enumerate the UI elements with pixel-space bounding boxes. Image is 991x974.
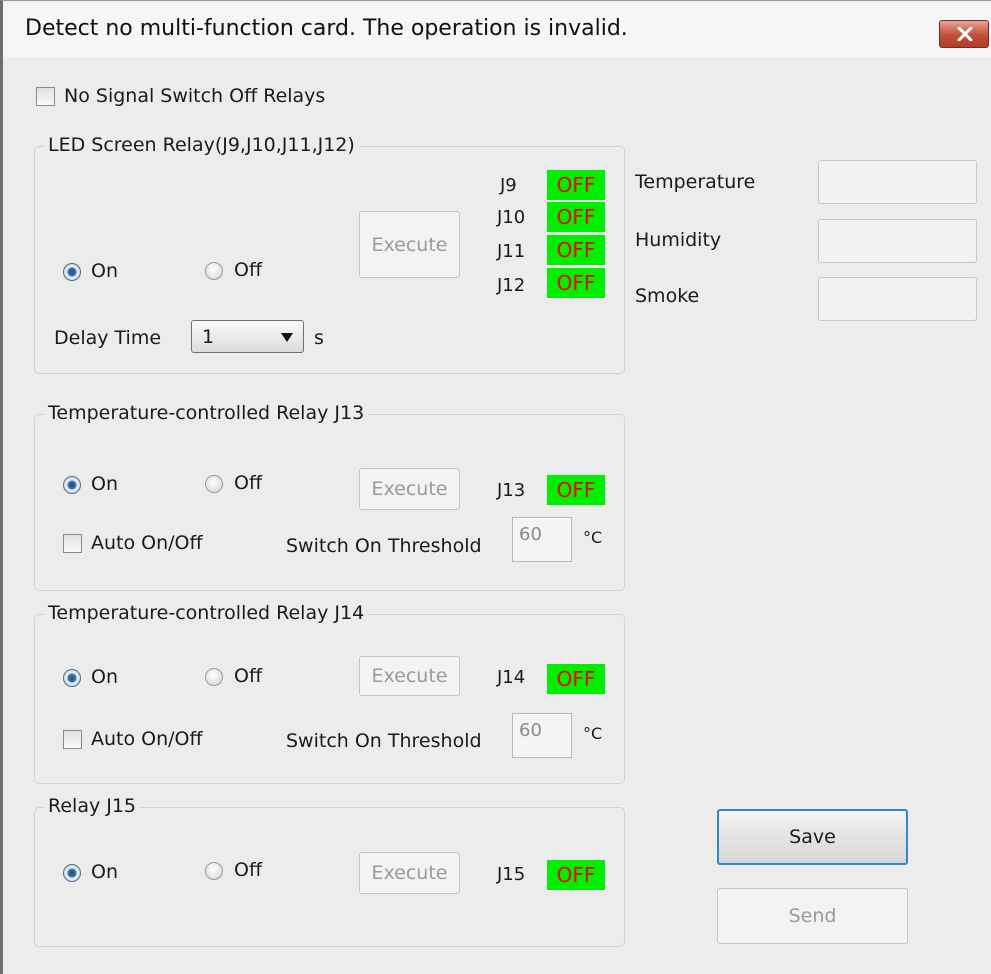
- relay-id-j11: J11: [497, 241, 526, 262]
- relay-j14-off-radio[interactable]: [205, 668, 223, 686]
- relay-id-j10: J10: [497, 207, 526, 228]
- no-signal-checkbox[interactable]: [36, 87, 55, 106]
- delay-time-label: Delay Time: [54, 327, 162, 349]
- relay-j14-execute-button[interactable]: Execute: [359, 656, 460, 696]
- delay-time-select[interactable]: 1: [191, 320, 304, 353]
- led-relay-execute-button[interactable]: Execute: [359, 211, 460, 278]
- no-signal-label: No Signal Switch Off Relays: [64, 85, 326, 107]
- relay-id-j12: J12: [497, 275, 526, 296]
- relay-status-j12: OFF: [547, 268, 605, 298]
- relay-j14-threshold-input[interactable]: 60: [512, 713, 572, 758]
- relay-j14-title: Temperature-controlled Relay J14: [44, 602, 369, 624]
- relay-status-j15: OFF: [547, 860, 605, 890]
- humidity-field[interactable]: [818, 219, 977, 263]
- chevron-down-icon: [281, 333, 293, 342]
- relay-id-j14: J14: [497, 667, 526, 688]
- relay-j13-auto-label: Auto On/Off: [91, 532, 203, 554]
- relay-j15-on-label: On: [91, 861, 118, 883]
- relay-j14-on-label: On: [91, 666, 118, 688]
- relay-j13-execute-button[interactable]: Execute: [359, 468, 460, 510]
- delay-time-value: 1: [202, 326, 215, 348]
- relay-j15-off-label: Off: [234, 859, 263, 881]
- relay-j15-on-radio[interactable]: [63, 864, 81, 882]
- relay-j15-off-radio[interactable]: [205, 862, 223, 880]
- relay-j13-on-radio[interactable]: [63, 476, 81, 494]
- smoke-label: Smoke: [635, 285, 700, 307]
- relay-status-j9: OFF: [547, 170, 605, 200]
- relay-id-j9: J9: [500, 175, 517, 196]
- temperature-field[interactable]: [818, 160, 977, 204]
- relay-status-j13: OFF: [547, 475, 605, 505]
- relay-j14-auto-label: Auto On/Off: [91, 728, 203, 750]
- close-button[interactable]: [939, 20, 989, 48]
- relay-status-j11: OFF: [547, 235, 605, 265]
- window-title: Detect no multi-function card. The opera…: [25, 16, 628, 41]
- relay-j13-threshold-label: Switch On Threshold: [286, 535, 482, 557]
- led-relay-off-label: Off: [234, 259, 263, 281]
- led-relay-on-label: On: [91, 260, 118, 282]
- send-button[interactable]: Send: [717, 888, 908, 944]
- title-bar: Detect no multi-function card. The opera…: [3, 2, 991, 57]
- relay-j14-threshold-label: Switch On Threshold: [286, 730, 482, 752]
- led-relay-on-radio[interactable]: [63, 263, 81, 281]
- relay-j15-execute-button[interactable]: Execute: [359, 852, 460, 894]
- temperature-label: Temperature: [635, 171, 756, 193]
- delay-time-unit: s: [314, 327, 324, 349]
- relay-id-j15: J15: [497, 864, 526, 885]
- relay-j13-on-label: On: [91, 473, 118, 495]
- relay-j15-title: Relay J15: [44, 795, 141, 817]
- humidity-label: Humidity: [635, 229, 722, 251]
- relay-j13-group: [34, 414, 625, 591]
- relay-j14-group: [34, 614, 625, 784]
- relay-j13-off-label: Off: [234, 472, 263, 494]
- relay-j13-threshold-input[interactable]: 60: [512, 517, 572, 562]
- smoke-field[interactable]: [818, 277, 977, 321]
- relay-j14-auto-checkbox[interactable]: [63, 730, 82, 749]
- relay-j14-on-radio[interactable]: [63, 669, 81, 687]
- relay-j13-auto-checkbox[interactable]: [63, 534, 82, 553]
- relay-j15-group: [34, 807, 625, 947]
- relay-j14-threshold-unit: °C: [583, 724, 603, 743]
- led-screen-relay-title: LED Screen Relay(J9,J10,J11,J12): [44, 134, 359, 156]
- close-icon: [957, 27, 973, 41]
- led-relay-off-radio[interactable]: [205, 262, 223, 280]
- relay-status-j10: OFF: [547, 202, 605, 232]
- relay-id-j13: J13: [497, 480, 526, 501]
- relay-j13-off-radio[interactable]: [205, 475, 223, 493]
- relay-j14-off-label: Off: [234, 665, 263, 687]
- relay-j13-threshold-unit: °C: [583, 528, 603, 547]
- save-button[interactable]: Save: [717, 809, 908, 865]
- relay-status-j14: OFF: [547, 664, 605, 694]
- relay-j13-title: Temperature-controlled Relay J13: [44, 402, 369, 424]
